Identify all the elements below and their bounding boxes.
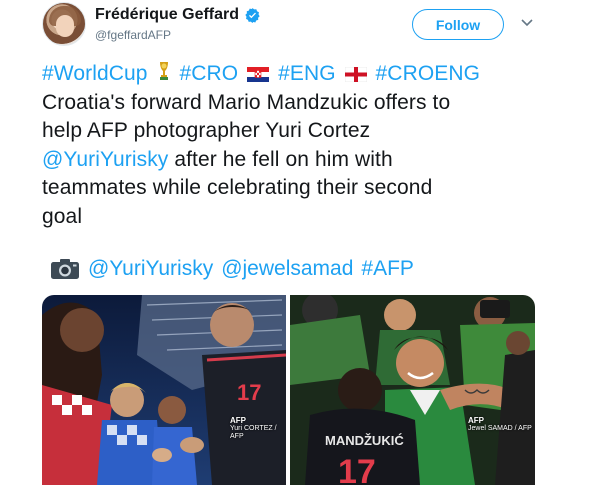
- photo-2-image: MANDŽUKIĆ 17: [290, 295, 535, 485]
- tweet-line-2: Croatia's forward Mario Mandzukic offers…: [42, 90, 451, 114]
- photo-2-watermark: AFP Jewel SAMAD / AFP: [468, 417, 532, 433]
- tweet-text: #WorldCup #CRO #ENG #CROENG Croatia's fo…: [42, 60, 572, 231]
- world-cup-trophy-icon: [159, 62, 168, 80]
- camera-icon: [51, 259, 79, 279]
- tweet-card: Frédérique Geffard @fgeffardAFP Follow #…: [0, 0, 590, 485]
- hashtag-line: #WorldCup #CRO #ENG #CROENG: [42, 60, 572, 89]
- england-flag-icon: [344, 67, 367, 82]
- user-handle[interactable]: @fgeffardAFP: [95, 28, 171, 42]
- photo-1-afp-logo: AFP: [230, 416, 246, 425]
- tweet-photo-1[interactable]: 17 AFP Yuri CORTEZ / AFP: [42, 295, 286, 485]
- hashtag-eng[interactable]: #ENG: [278, 62, 336, 85]
- follow-button[interactable]: Follow: [412, 9, 504, 40]
- photo-1-watermark: AFP Yuri CORTEZ / AFP: [230, 417, 286, 441]
- photo-2-jersey-name: MANDŽUKIĆ: [325, 433, 404, 448]
- croatia-flag-icon: [247, 67, 270, 82]
- user-name-row: Frédérique Geffard: [95, 6, 261, 24]
- user-avatar[interactable]: [42, 2, 86, 46]
- svg-text:17: 17: [237, 380, 261, 405]
- tweet-line-6: goal: [42, 204, 83, 228]
- tweet-line-3: help AFP photographer Yuri Cortez: [42, 119, 371, 142]
- avatar-face: [56, 15, 74, 37]
- mention-yuriyurisky-credit[interactable]: @YuriYurisky: [88, 257, 213, 281]
- mention-yuriyurisky[interactable]: @YuriYurisky: [42, 148, 168, 171]
- tweet-line-4-text: after he fell on him with: [168, 147, 393, 171]
- tweet-photo-2[interactable]: MANDŽUKIĆ 17 AFP Jewel SAMAD / AFP: [290, 295, 535, 485]
- tweet-line-4: @YuriYurisky after he fell on him with: [42, 146, 572, 175]
- hashtag-cro[interactable]: #CRO: [179, 62, 238, 85]
- hashtag-afp[interactable]: #AFP: [361, 257, 414, 281]
- photo-2-jersey-number: 17: [338, 453, 376, 485]
- verified-badge-icon: [245, 7, 260, 23]
- photo-2-afp-logo: AFP: [468, 416, 484, 425]
- photo-credit-line: @YuriYurisky @jewelsamad #AFP: [50, 257, 414, 281]
- photo-1-image: 17: [42, 295, 286, 485]
- chevron-down-icon[interactable]: [518, 14, 536, 32]
- photo-1-credit: Yuri CORTEZ / AFP: [230, 425, 277, 440]
- hashtag-croeng[interactable]: #CROENG: [376, 62, 481, 85]
- hashtag-worldcup[interactable]: #WorldCup: [42, 62, 148, 85]
- display-name[interactable]: Frédérique Geffard: [95, 6, 239, 24]
- tweet-line-5: teammates while celebrating their second: [42, 176, 433, 199]
- mention-jewelsamad[interactable]: @jewelsamad: [221, 257, 353, 281]
- photo-2-credit: Jewel SAMAD / AFP: [468, 425, 532, 432]
